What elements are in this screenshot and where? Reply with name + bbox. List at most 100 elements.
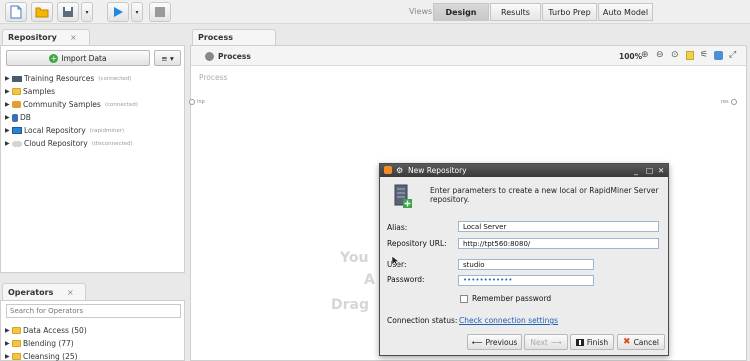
repo-item-label: Samples xyxy=(23,87,56,96)
close-icon[interactable]: × xyxy=(67,284,74,301)
mouse-cursor-icon xyxy=(391,255,400,269)
new-process-button[interactable] xyxy=(5,2,27,22)
chevron-down-icon: ▾ xyxy=(85,8,89,16)
cancel-button[interactable]: ✖ Cancel xyxy=(617,334,665,350)
cloud-icon xyxy=(12,140,22,147)
repo-item-db[interactable]: ▶ DB xyxy=(5,113,31,122)
expand-arrow-icon[interactable]: ▶ xyxy=(5,101,10,108)
repo-item-training-resources[interactable]: ▶ Training Resources (connected) xyxy=(5,74,131,83)
check-connection-link[interactable]: Check connection settings xyxy=(459,316,558,325)
operator-group-blending[interactable]: ▶ Blending (77) xyxy=(5,339,74,348)
checkered-flag-icon xyxy=(575,338,584,346)
alias-field[interactable] xyxy=(458,221,659,232)
repo-item-cloud-repository[interactable]: ▶ Cloud Repository (disconnected) xyxy=(5,139,133,148)
remember-password-checkbox[interactable] xyxy=(460,294,468,303)
process-breadcrumb[interactable]: Process xyxy=(218,52,251,61)
output-port-label: res xyxy=(721,99,729,105)
chevron-down-icon: ▾ xyxy=(135,8,139,16)
close-icon[interactable]: × xyxy=(70,30,77,45)
canvas-hint-line-1: You xyxy=(340,250,369,266)
repo-item-label: Community Samples xyxy=(23,100,101,109)
repository-menu-button[interactable]: ≡ ▾ xyxy=(154,50,181,66)
cancel-x-icon: ✖ xyxy=(623,337,631,347)
expand-arrow-icon[interactable]: ▶ xyxy=(5,88,10,95)
canvas-hint-line-2: A xyxy=(364,272,375,288)
new-document-icon xyxy=(10,5,22,19)
finish-button-label: Finish xyxy=(586,337,609,347)
expand-arrow-icon[interactable]: ▶ xyxy=(5,75,10,82)
repository-tab[interactable]: Repository × xyxy=(2,29,90,45)
process-node-icon xyxy=(205,52,214,61)
view-tab-results[interactable]: Results xyxy=(490,3,541,21)
process-tab[interactable]: Process xyxy=(192,29,276,45)
repository-url-label: Repository URL: xyxy=(387,239,447,248)
operator-group-cleansing[interactable]: ▶ Cleansing (25) xyxy=(5,352,78,361)
maximize-icon[interactable]: □ xyxy=(646,164,653,177)
expand-arrow-icon[interactable]: ▶ xyxy=(5,114,10,121)
expand-icon[interactable]: ⤢ xyxy=(729,50,736,60)
stop-process-button[interactable] xyxy=(149,2,171,22)
view-tab-design[interactable]: Design xyxy=(433,3,489,21)
view-tab-auto-model[interactable]: Auto Model xyxy=(598,3,653,21)
repo-item-community-samples[interactable]: ▶ Community Samples (connected) xyxy=(5,100,138,109)
view-tab-turbo-prep[interactable]: Turbo Prep xyxy=(542,3,597,21)
zoom-level: 100% xyxy=(619,52,643,61)
input-port-label: inp xyxy=(197,99,205,105)
folder-icon xyxy=(35,7,49,18)
save-dropdown-button[interactable]: ▾ xyxy=(81,2,93,22)
arrow-right-icon: ⟶ xyxy=(550,337,562,347)
next-button[interactable]: Next ⟶ xyxy=(524,334,568,350)
repo-item-label: Training Resources xyxy=(24,74,95,83)
expand-arrow-icon[interactable]: ▶ xyxy=(5,327,10,334)
cancel-button-label: Cancel xyxy=(633,337,659,347)
views-label: Views: xyxy=(409,7,435,16)
community-icon xyxy=(12,101,21,108)
main-toolbar: ▾ ▾ Views: Design Results Turbo Prep Aut… xyxy=(0,0,750,24)
save-button[interactable] xyxy=(57,2,79,22)
connection-status-label: Connection status: xyxy=(387,316,458,325)
run-dropdown-button[interactable]: ▾ xyxy=(131,2,143,22)
zoom-out-icon[interactable]: ⊖ xyxy=(656,50,664,60)
notes-icon[interactable] xyxy=(686,51,694,60)
repo-item-status: (disconnected) xyxy=(91,140,133,147)
output-port[interactable]: res xyxy=(721,99,737,105)
operators-panel: ▶ Data Access (50) ▶ Blending (77) ▶ Cle… xyxy=(0,300,185,361)
auto-wire-icon[interactable]: ⚟ xyxy=(700,50,708,60)
operator-search-input[interactable] xyxy=(6,304,181,318)
expand-arrow-icon[interactable]: ▶ xyxy=(5,140,10,147)
save-icon xyxy=(63,7,73,17)
layout-icon[interactable] xyxy=(714,51,723,60)
operator-group-label: Cleansing (25) xyxy=(23,352,78,361)
folder-icon xyxy=(12,340,21,347)
remember-password-option[interactable]: Remember password xyxy=(460,294,551,303)
expand-arrow-icon[interactable]: ▶ xyxy=(5,127,10,134)
close-icon[interactable]: ✕ xyxy=(658,164,664,177)
next-button-label: Next xyxy=(530,337,548,347)
zoom-in-icon[interactable]: ⊕ xyxy=(641,50,649,60)
operators-tab[interactable]: Operators × xyxy=(2,283,86,300)
previous-button[interactable]: ⟵ Previous xyxy=(467,334,522,350)
folder-icon xyxy=(12,353,21,360)
user-field[interactable] xyxy=(458,259,594,270)
stop-icon xyxy=(155,7,165,17)
open-process-button[interactable] xyxy=(31,2,53,22)
arrow-left-icon: ⟵ xyxy=(471,337,483,347)
run-process-button[interactable] xyxy=(107,2,129,22)
import-data-button[interactable]: + Import Data xyxy=(6,50,150,66)
minimize-icon[interactable]: _ xyxy=(634,164,638,177)
alias-label: Alias: xyxy=(387,223,408,232)
repo-item-local-repository[interactable]: ▶ Local Repository (rapidminer) xyxy=(5,126,124,135)
dialog-title-bar: ⚙ New Repository _ □ ✕ xyxy=(380,164,668,177)
port-circle-icon xyxy=(189,99,195,105)
finish-button[interactable]: Finish xyxy=(570,334,614,350)
expand-arrow-icon[interactable]: ▶ xyxy=(5,353,10,360)
password-field[interactable]: •••••••••••• xyxy=(458,275,594,286)
repository-url-field[interactable] xyxy=(458,238,659,249)
zoom-fit-icon[interactable]: ⊙ xyxy=(671,50,679,60)
operator-group-data-access[interactable]: ▶ Data Access (50) xyxy=(5,326,87,335)
operator-group-label: Blending (77) xyxy=(23,339,74,348)
expand-arrow-icon[interactable]: ▶ xyxy=(5,340,10,347)
repo-item-samples[interactable]: ▶ Samples xyxy=(5,87,55,96)
repo-item-status: (connected) xyxy=(98,75,132,82)
input-port[interactable]: inp xyxy=(189,99,205,105)
